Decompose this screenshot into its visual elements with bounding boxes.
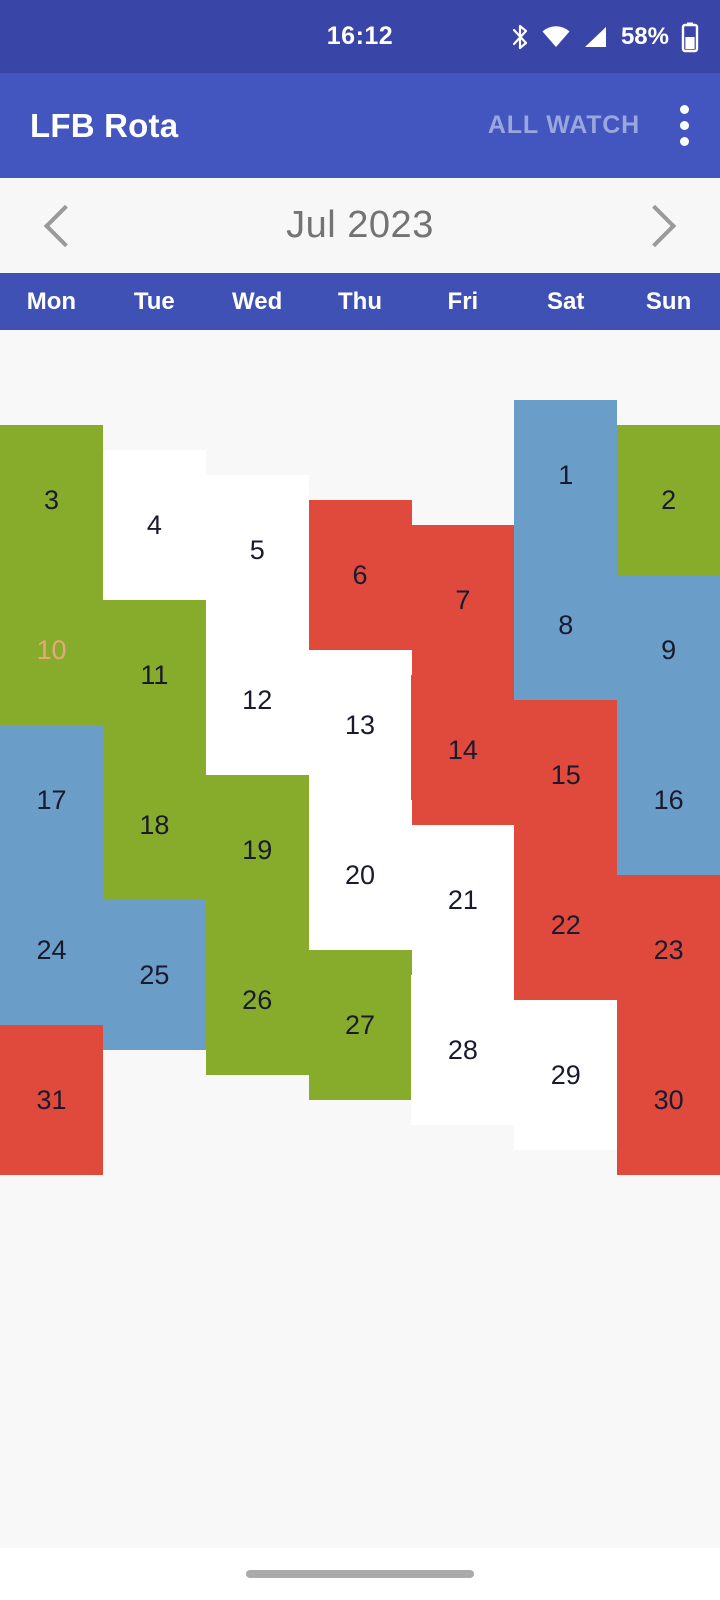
calendar-day-number: 27 <box>345 1009 376 1040</box>
calendar-day-cell[interactable]: 7 <box>411 525 514 675</box>
calendar-day-cell[interactable]: 2 <box>617 425 720 575</box>
weekday-sat: Sat <box>547 287 585 315</box>
calendar-day-number: 1 <box>558 459 574 490</box>
calendar-day-number: 14 <box>447 734 478 765</box>
calendar-day-number: 24 <box>36 934 67 965</box>
overflow-dot <box>679 121 689 130</box>
calendar-day-number: 31 <box>36 1084 67 1115</box>
calendar-day-cell[interactable]: 21 <box>411 825 514 975</box>
weekday-mon: Mon <box>26 287 77 315</box>
current-month-label: Jul 2023 <box>286 204 434 246</box>
calendar-day-cell[interactable]: 6 <box>309 500 412 650</box>
calendar-day-cell[interactable]: 25 <box>103 900 206 1050</box>
weekday-thu: Thu <box>338 287 382 315</box>
calendar-day-cell[interactable]: 31 <box>0 1025 103 1175</box>
calendar-day-number: 12 <box>242 684 273 715</box>
calendar-day-cell[interactable]: 9 <box>617 575 720 725</box>
weekday-header-row: Mon Tue Wed Thu Fri Sat Sun <box>0 273 720 330</box>
calendar-day-number: 11 <box>140 659 169 690</box>
app-title: LFB Rota <box>30 106 179 144</box>
calendar-day-number: 26 <box>242 984 273 1015</box>
bluetooth-icon <box>512 24 528 49</box>
calendar-day-cell[interactable]: 15 <box>514 700 617 850</box>
calendar-day-cell[interactable]: 13 <box>309 650 412 800</box>
calendar-day-number: 16 <box>653 784 684 815</box>
battery-percent-label: 58% <box>620 22 669 50</box>
calendar-day-cell[interactable]: 20 <box>309 800 412 950</box>
calendar-day-cell[interactable]: 4 <box>103 450 206 600</box>
calendar-day-cell[interactable]: 30 <box>617 1025 720 1175</box>
previous-month-chevron-icon[interactable] <box>42 198 82 254</box>
weekday-sun: Sun <box>645 287 692 315</box>
calendar-day-number: 29 <box>550 1059 581 1090</box>
calendar-day-cell[interactable]: 28 <box>411 975 514 1125</box>
all-watch-filter-button[interactable]: ALL WATCH <box>488 111 640 140</box>
calendar-day-cell[interactable]: 11 <box>103 600 206 750</box>
calendar-day-number: 18 <box>139 809 170 840</box>
calendar-day-cell[interactable]: 27 <box>309 950 412 1100</box>
system-gesture-bar <box>0 1548 720 1600</box>
weekday-fri: Fri <box>447 287 479 315</box>
calendar-day-number: 3 <box>43 484 60 515</box>
calendar-day-number: 7 <box>455 584 471 615</box>
calendar-day-cell[interactable]: 26 <box>206 925 309 1075</box>
calendar-day-number: 8 <box>558 609 574 640</box>
month-navigation-bar: Jul 2023 <box>0 178 720 273</box>
cellular-signal-icon <box>584 26 606 47</box>
calendar-day-cell[interactable]: 19 <box>206 775 309 925</box>
calendar-day-number: 4 <box>146 509 162 540</box>
calendar-day-cell[interactable]: 5 <box>206 475 309 625</box>
calendar-day-number: 23 <box>653 934 684 965</box>
calendar-day-cell[interactable]: 29 <box>514 1000 617 1150</box>
status-bar-icons: 58% <box>510 21 700 53</box>
calendar-day-cell[interactable]: 18 <box>103 750 206 900</box>
calendar-day-number: 9 <box>661 634 677 665</box>
calendar-day-cell[interactable]: 1 <box>514 400 617 550</box>
next-month-chevron-icon[interactable] <box>638 198 678 254</box>
calendar-day-number: 30 <box>653 1084 684 1115</box>
overflow-dot <box>679 137 689 146</box>
calendar-day-number: 20 <box>345 859 376 890</box>
calendar-day-number: 15 <box>550 759 581 790</box>
battery-icon <box>681 22 699 52</box>
calendar-day-number: 2 <box>661 484 677 515</box>
calendar-day-cell[interactable]: 22 <box>514 850 617 1000</box>
app-bar: LFB Rota ALL WATCH <box>0 73 720 178</box>
calendar-day-number: 17 <box>36 784 67 815</box>
gesture-handle[interactable] <box>246 1570 474 1578</box>
calendar-day-cell[interactable]: 16 <box>617 725 720 875</box>
status-bar: 16:12 58% <box>0 0 720 73</box>
calendar-day-cell[interactable]: 8 <box>514 550 617 700</box>
calendar-day-number: 28 <box>447 1034 478 1065</box>
calendar-day-cell[interactable]: 12 <box>206 625 309 775</box>
calendar-day-number: 25 <box>139 959 170 990</box>
calendar-day-number: 22 <box>550 909 581 940</box>
wifi-icon <box>542 25 570 47</box>
calendar-day-cell[interactable]: 14 <box>411 675 514 825</box>
calendar-day-cell[interactable]: 17 <box>0 725 103 875</box>
calendar-day-number: 5 <box>249 534 265 565</box>
calendar-day-cell[interactable]: 24 <box>0 875 103 1025</box>
calendar-day-number-today: 10 <box>36 634 67 665</box>
calendar-day-cell[interactable]: 23 <box>617 875 720 1025</box>
calendar-day-cell[interactable]: 3 <box>0 425 103 575</box>
overflow-menu-icon[interactable] <box>674 97 694 154</box>
calendar-day-number: 21 <box>447 884 478 915</box>
calendar-day-cell[interactable]: 10 <box>0 575 103 725</box>
weekday-wed: Wed <box>232 287 283 315</box>
calendar-grid[interactable]: 1 2 3 4 5 6 7 8 9 10 11 12 13 14 15 16 17 18 19 20 21 22 23 24 2… <box>0 330 720 1550</box>
calendar-day-number: 19 <box>242 834 273 865</box>
overflow-dot <box>679 105 689 114</box>
calendar-day-number: 13 <box>345 709 376 740</box>
calendar-day-number: 6 <box>352 559 368 590</box>
weekday-tue: Tue <box>133 287 175 315</box>
